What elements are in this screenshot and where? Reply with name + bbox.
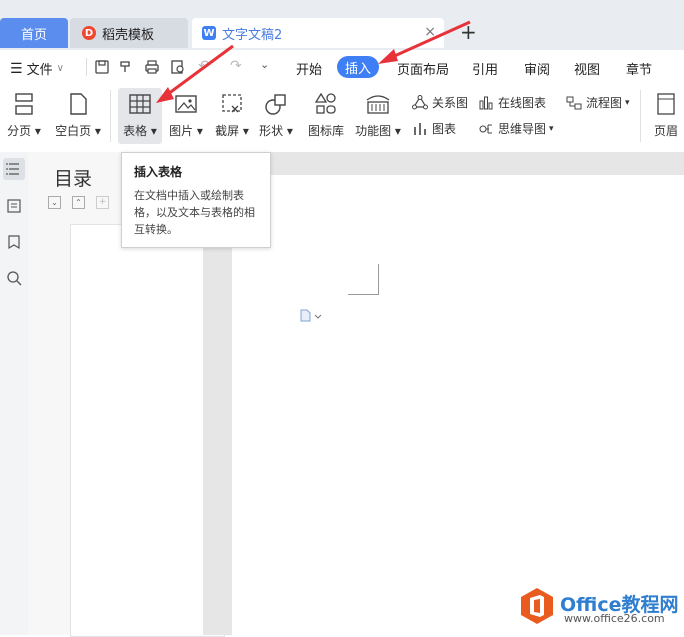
mind-map-button[interactable]: 思维导图 ▾ [478, 120, 554, 137]
undo-icon[interactable]: ↶ [198, 58, 210, 74]
close-icon[interactable]: × [424, 24, 436, 40]
divider [110, 90, 111, 142]
menu-bar: ☰ 文件 ∨ ↶ ↷ ⌄ 开始 插入 页面布局 引用 审阅 视图 章节 [0, 50, 684, 84]
relation-chart-button[interactable]: 关系图 [412, 94, 468, 111]
icon-library-label: 图标库 [307, 124, 344, 138]
toc-list-icon [6, 163, 19, 175]
blank-page-label: 空白页 [55, 124, 92, 138]
page-margin-marker [348, 264, 379, 295]
chart-label: 图表 [432, 122, 457, 136]
page-break-button[interactable]: 分页 ▾ [4, 84, 44, 144]
page-break-icon [15, 93, 33, 115]
table-tooltip: 插入表格 在文档中插入或绘制表格，以及文本与表格的相互转换。 [121, 152, 271, 248]
mind-map-icon [479, 124, 492, 133]
picture-icon [175, 95, 197, 113]
paste-options-icon[interactable] [298, 309, 324, 323]
search-icon[interactable] [6, 270, 22, 286]
table-button[interactable]: 表格 ▾ [118, 88, 162, 144]
tab-document-label: 文字文稿2 [222, 27, 283, 43]
picture-label: 图片 [169, 124, 194, 138]
ribbon-toolbar: 分页 ▾ 空白页 ▾ 表格 ▾ 图片 ▾ 截屏 ▾ 形状 ▾ 图标库 功能图 ▾… [0, 84, 684, 153]
menu-chapter[interactable]: 章节 [626, 59, 652, 78]
icon-library-icon [314, 92, 336, 114]
chevron-down-icon: ▾ [549, 123, 554, 134]
blank-page-button[interactable]: 空白页 ▾ [52, 84, 104, 144]
picture-button[interactable]: 图片 ▾ [166, 84, 206, 144]
menu-references[interactable]: 引用 [472, 59, 498, 78]
header-footer-button[interactable]: 页眉 [648, 84, 684, 144]
file-menu-label: 文件 [26, 63, 53, 78]
toc-list [70, 224, 225, 637]
tab-daoke-template[interactable]: D 稻壳模板 [70, 18, 188, 48]
expand-all-icon[interactable]: ⌃ [72, 196, 85, 209]
flowchart-icon [566, 96, 582, 109]
header-footer-label: 页眉 [653, 124, 678, 138]
shape-button[interactable]: 形状 ▾ [256, 84, 296, 144]
screenshot-button[interactable]: 截屏 ▾ [212, 84, 252, 144]
shape-label: 形状 [259, 124, 284, 138]
flowchart-button[interactable]: 流程图 ▾ [566, 94, 630, 111]
icon-library-button[interactable]: 图标库 [304, 84, 348, 144]
online-chart-label: 在线图表 [498, 96, 547, 110]
customize-toolbar-icon[interactable]: ⌄ [260, 58, 269, 71]
collapse-all-icon[interactable]: ⌄ [48, 196, 61, 209]
table-icon [129, 94, 151, 114]
flowchart-label: 流程图 [586, 96, 623, 110]
chart-icon [414, 122, 426, 135]
shape-icon [265, 94, 286, 115]
screenshot-label: 截屏 [215, 124, 240, 138]
toc-nav-button[interactable] [3, 158, 25, 180]
divider [86, 58, 87, 76]
function-chart-button[interactable]: 功能图 ▾ [354, 84, 402, 144]
watermark-url: www.office26.com [564, 612, 665, 625]
chevron-down-icon: ∨ [56, 63, 64, 74]
menu-start[interactable]: 开始 [296, 59, 322, 78]
toc-title: 目录 [54, 168, 93, 190]
chart-button[interactable]: 图表 [412, 120, 456, 137]
redo-icon[interactable]: ↷ [230, 58, 242, 74]
new-tab-button[interactable]: + [460, 20, 477, 44]
tooltip-description: 在文档中插入或绘制表格，以及文本与表格的相互转换。 [134, 189, 255, 236]
page-break-label: 分页 [7, 124, 32, 138]
tab-home[interactable]: 首页 [0, 18, 68, 48]
blank-page-icon [70, 93, 87, 115]
bookmark-icon[interactable] [6, 234, 22, 250]
save-icon[interactable] [94, 59, 110, 75]
format-painter-icon[interactable] [118, 59, 134, 75]
menu-page-layout[interactable]: 页面布局 [397, 59, 449, 78]
function-chart-icon [366, 95, 390, 114]
function-chart-label: 功能图 [355, 124, 392, 138]
divider [640, 90, 641, 142]
tab-daoke-label: 稻壳模板 [102, 27, 155, 43]
document-page[interactable] [232, 175, 684, 635]
header-footer-icon [657, 93, 675, 115]
mind-map-label: 思维导图 [498, 122, 547, 136]
navigation-strip [0, 152, 29, 635]
hamburger-icon: ☰ [10, 60, 23, 77]
tab-bar: 首页 D 稻壳模板 W 文字文稿2 × + [0, 0, 684, 50]
menu-view[interactable]: 视图 [574, 59, 600, 78]
tab-document[interactable]: W 文字文稿2 × [192, 18, 444, 48]
chapter-icon[interactable] [6, 198, 22, 214]
add-toc-item-icon[interactable]: + [96, 196, 109, 209]
screenshot-icon [222, 94, 242, 113]
online-chart-button[interactable]: 在线图表 [478, 94, 546, 111]
relation-chart-label: 关系图 [432, 96, 469, 110]
tab-home-label: 首页 [20, 27, 47, 43]
office-logo-icon [521, 588, 553, 624]
file-menu[interactable]: ☰ 文件 ∨ [10, 59, 64, 79]
tooltip-title: 插入表格 [134, 165, 183, 179]
daoke-icon: D [82, 26, 96, 40]
print-preview-icon[interactable] [170, 59, 186, 75]
print-icon[interactable] [144, 59, 160, 75]
menu-insert[interactable]: 插入 [337, 56, 379, 78]
menu-review[interactable]: 审阅 [524, 59, 550, 78]
table-label: 表格 [123, 124, 148, 138]
relation-chart-icon [412, 94, 428, 109]
online-chart-icon [479, 96, 493, 109]
chevron-down-icon: ▾ [625, 97, 630, 108]
wps-writer-icon: W [202, 26, 216, 40]
